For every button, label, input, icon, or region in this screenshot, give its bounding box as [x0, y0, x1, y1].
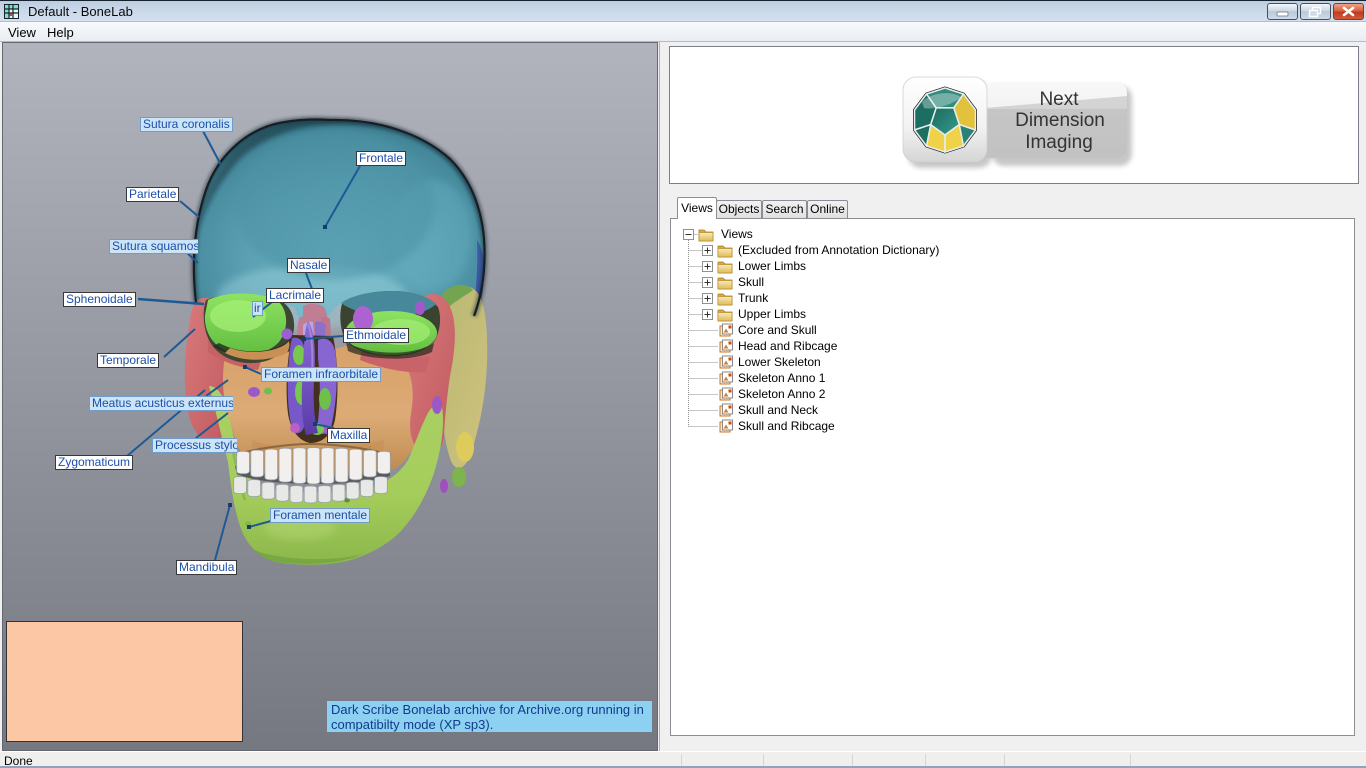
svg-text:Imaging: Imaging — [1025, 132, 1093, 153]
svg-text:Dimension: Dimension — [1015, 110, 1105, 131]
svg-text:Next: Next — [1039, 89, 1079, 110]
